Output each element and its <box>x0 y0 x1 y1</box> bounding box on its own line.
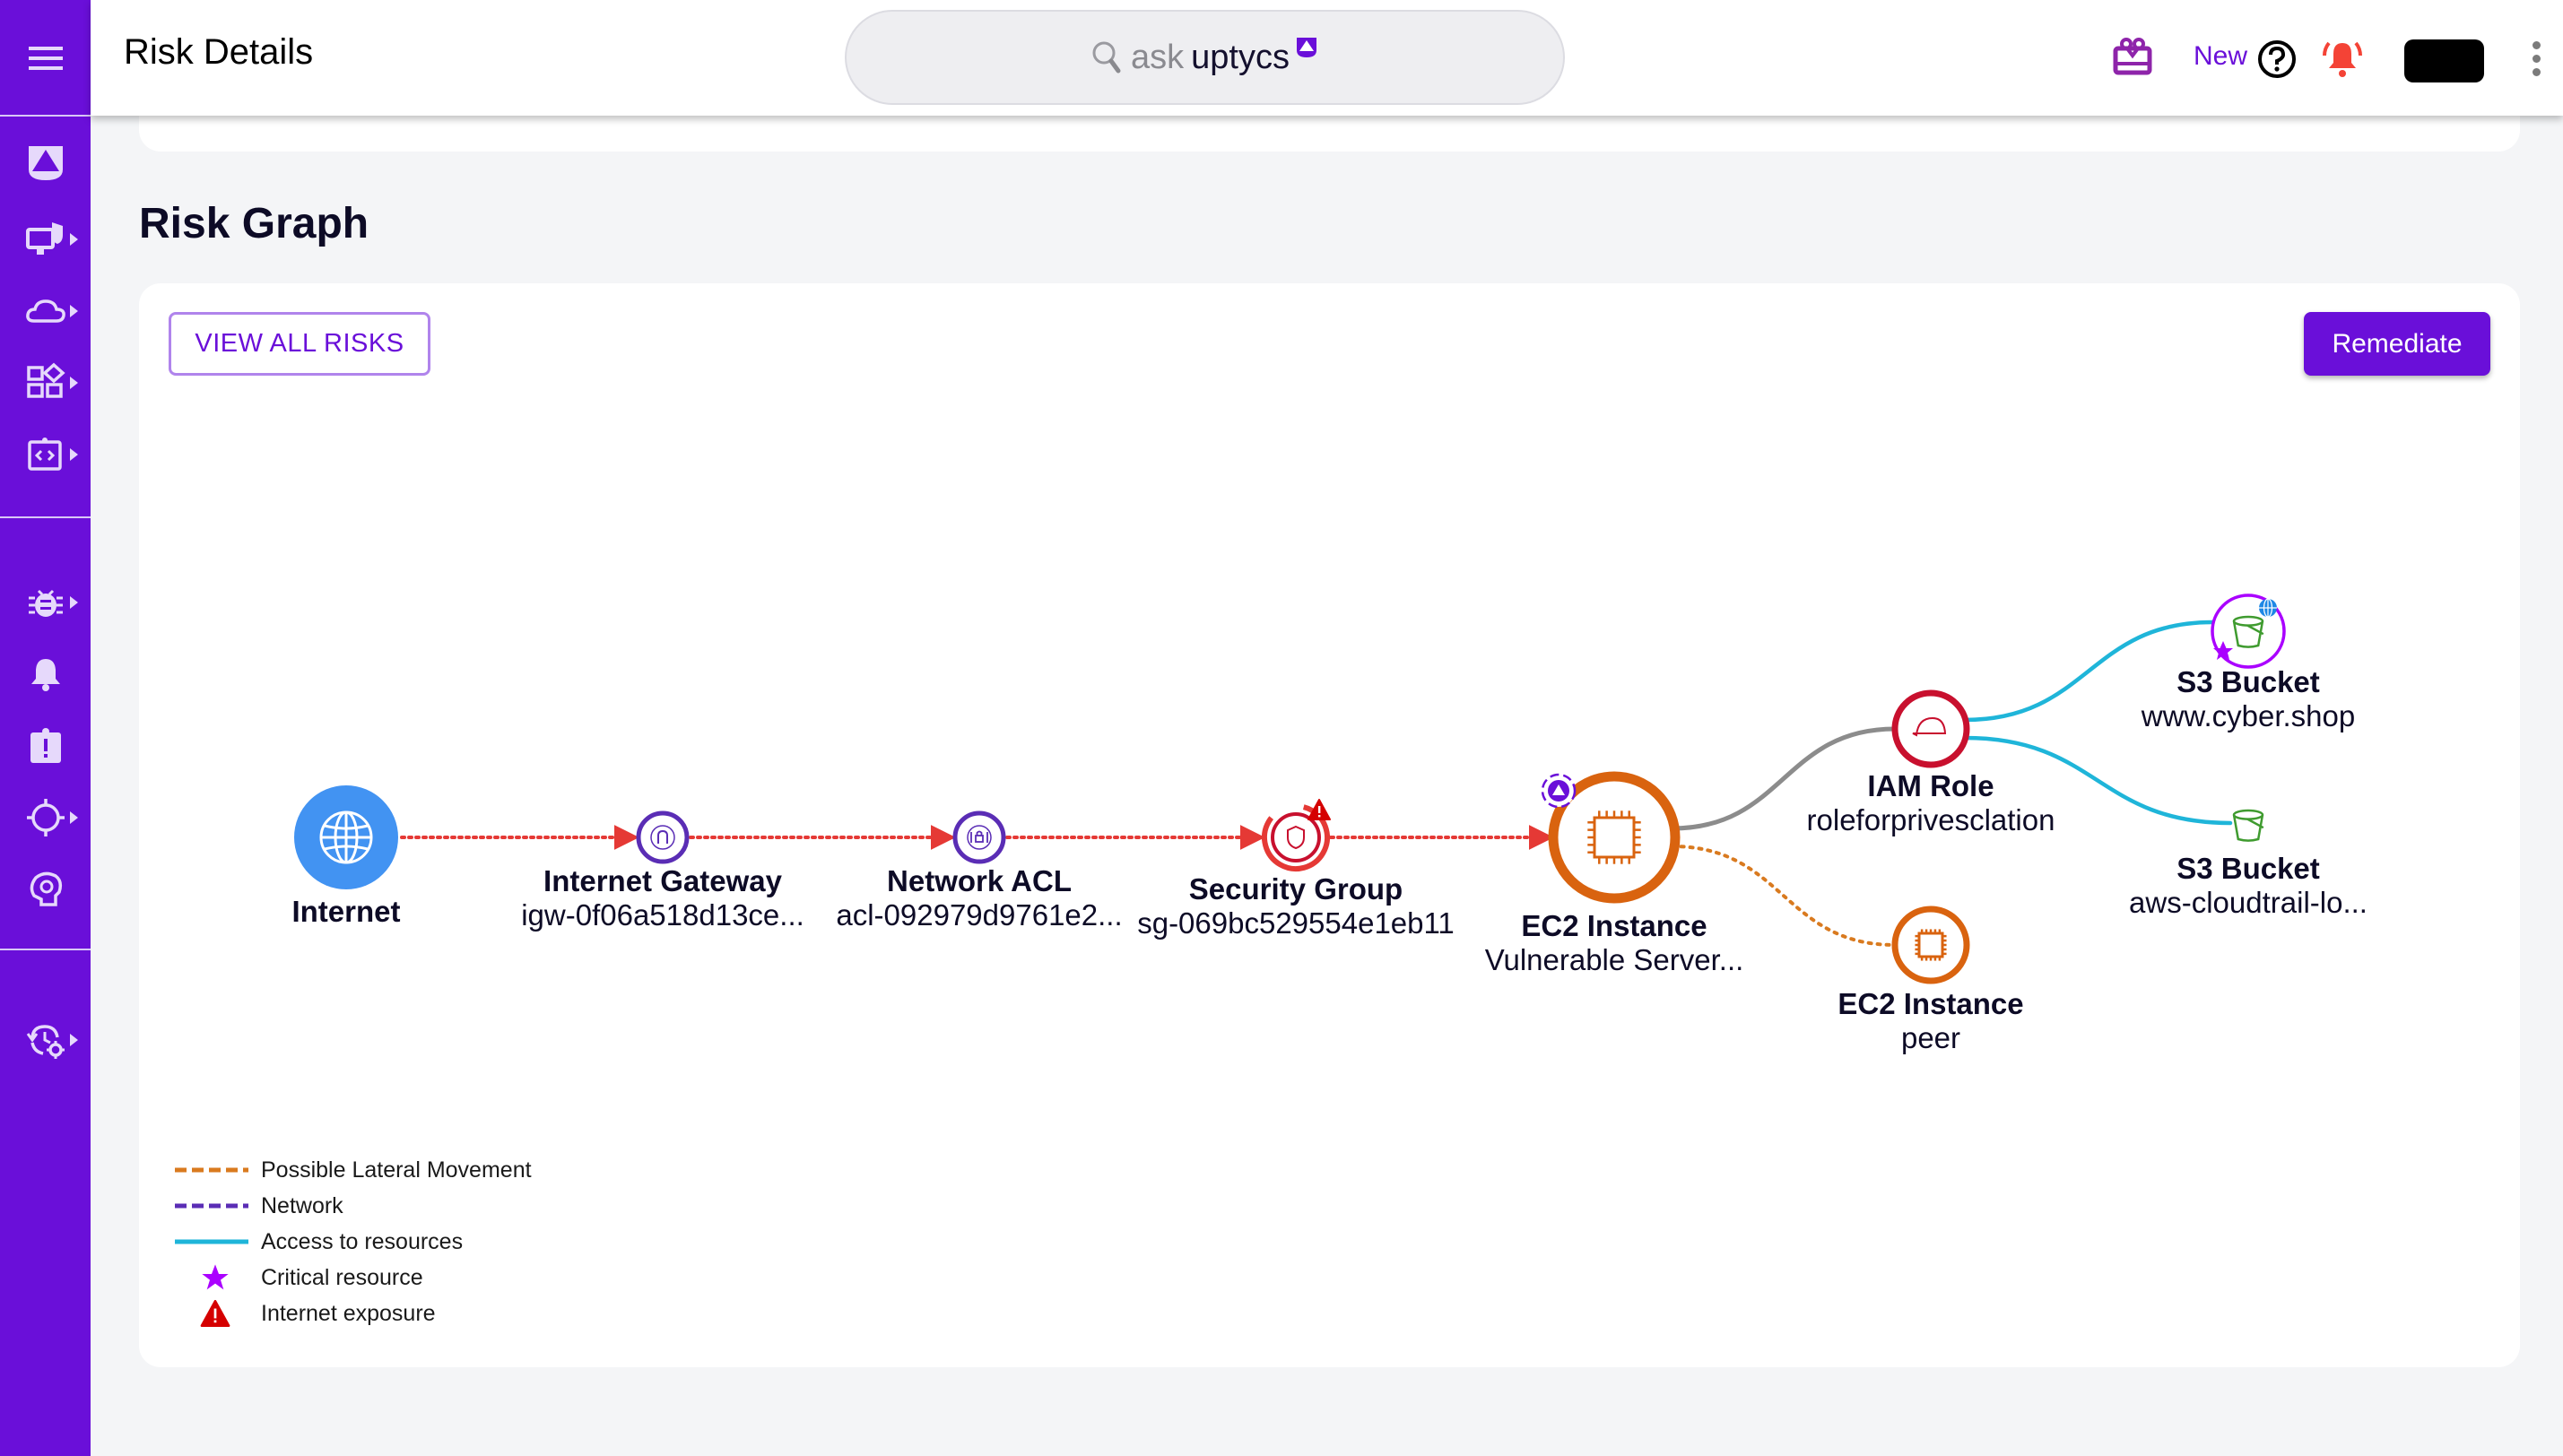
dashed-purple-line-icon <box>175 1203 248 1209</box>
user-profile-button[interactable] <box>2404 39 2484 82</box>
chevron-right-icon <box>70 377 78 389</box>
node-subtitle: www.cyber.shop <box>2141 699 2355 732</box>
sidebar-item-alerts[interactable] <box>0 643 91 706</box>
star-icon <box>202 1264 229 1290</box>
legend-item-lateral: Possible Lateral Movement <box>175 1152 532 1188</box>
gift-icon <box>2113 38 2152 75</box>
node-title: Security Group <box>1189 872 1403 906</box>
cloud-icon <box>25 299 65 323</box>
legend-item-critical: Critical resource <box>175 1260 532 1296</box>
history-gear-icon <box>26 1025 65 1059</box>
node-subtitle: peer <box>1901 1021 1960 1054</box>
sidebar-divider <box>0 516 91 518</box>
sidebar <box>0 0 91 1456</box>
chevron-right-icon <box>70 811 78 824</box>
section-title: Risk Graph <box>139 200 369 247</box>
node-title: Internet Gateway <box>543 864 783 897</box>
help-icon <box>2258 40 2296 78</box>
sidebar-divider <box>0 115 91 117</box>
kebab-dot-icon <box>2532 41 2541 49</box>
top-header: Risk Details ask uptycs New <box>91 0 2563 116</box>
more-options-button[interactable] <box>2530 41 2542 81</box>
monitor-shield-icon <box>25 222 63 255</box>
node-subtitle: aws-cloudtrail-lo... <box>2129 886 2368 919</box>
search-prefix: ask <box>1131 38 1185 76</box>
node-subtitle: acl-092979d9761e2... <box>836 898 1122 932</box>
remediate-button[interactable]: Remediate <box>2304 312 2490 376</box>
kebab-dot-icon <box>2532 55 2541 63</box>
whats-new-button[interactable] <box>2113 38 2152 80</box>
alert-clipboard-icon <box>30 728 61 763</box>
sidebar-item-ai-insights[interactable] <box>0 858 91 921</box>
uptycs-badge-icon <box>1541 773 1577 809</box>
sidebar-item-home[interactable] <box>0 132 91 195</box>
search-icon <box>1092 41 1121 74</box>
chevron-right-icon <box>70 305 78 317</box>
kebab-dot-icon <box>2532 68 2541 76</box>
legend-item-network: Network <box>175 1188 532 1224</box>
node-title: Internet <box>291 895 400 928</box>
chevron-right-icon <box>70 233 78 246</box>
sidebar-item-incidents[interactable] <box>0 715 91 777</box>
ask-uptycs-search[interactable]: ask uptycs <box>845 10 1565 105</box>
node-subtitle: sg-069bc529554e1eb11 <box>1137 906 1455 940</box>
globe-icon <box>319 810 373 864</box>
dashed-orange-line-icon <box>175 1167 248 1173</box>
warning-triangle-icon <box>200 1300 230 1327</box>
target-icon <box>26 799 65 836</box>
bell-icon <box>30 659 60 691</box>
sidebar-item-vulnerabilities[interactable] <box>0 571 91 634</box>
graph-node-internet[interactable]: Internet <box>291 785 401 928</box>
sidebar-item-detections[interactable] <box>0 786 91 849</box>
node-subtitle: Vulnerable Server... <box>1485 943 1744 976</box>
node-title: Network ACL <box>887 864 1072 897</box>
chevron-right-icon <box>70 596 78 609</box>
node-title: S3 Bucket <box>2176 665 2320 698</box>
sidebar-item-settings-history[interactable] <box>0 1009 91 1071</box>
bell-ringing-icon <box>2323 41 2362 77</box>
sidebar-item-cloud[interactable] <box>0 280 91 342</box>
chevron-right-icon <box>70 1034 78 1046</box>
graph-legend: Possible Lateral Movement Network Access… <box>175 1152 532 1331</box>
node-subtitle: igw-0f06a518d13ce... <box>521 898 804 932</box>
hamburger-icon <box>28 47 63 70</box>
node-title: EC2 Instance <box>1521 909 1707 942</box>
code-tablet-icon <box>27 438 62 471</box>
uptycs-logo-icon <box>28 146 63 180</box>
search-brand: uptycs <box>1191 38 1290 76</box>
sidebar-divider <box>0 949 91 950</box>
sidebar-item-applications[interactable] <box>0 351 91 414</box>
menu-toggle-button[interactable] <box>0 27 91 90</box>
sidebar-item-endpoint-security[interactable] <box>0 208 91 271</box>
uptycs-logo-icon <box>1296 38 1316 57</box>
sidebar-item-code-security[interactable] <box>0 423 91 486</box>
brain-gear-icon <box>30 871 62 906</box>
view-all-risks-button[interactable]: VIEW ALL RISKS <box>169 312 430 376</box>
help-button[interactable] <box>2257 39 2297 83</box>
whats-new-label[interactable]: New <box>2194 41 2247 72</box>
legend-item-exposure: Internet exposure <box>175 1296 532 1331</box>
node-title: S3 Bucket <box>2176 852 2320 885</box>
bug-icon <box>28 589 63 617</box>
chevron-right-icon <box>70 448 78 461</box>
node-title: EC2 Instance <box>1838 987 2023 1020</box>
node-title: IAM Role <box>1867 769 1994 802</box>
legend-item-access: Access to resources <box>175 1224 532 1260</box>
notifications-button[interactable] <box>2322 38 2363 83</box>
solid-cyan-line-icon <box>175 1239 248 1244</box>
node-subtitle: roleforprivesclation <box>1807 803 2055 836</box>
page-title: Risk Details <box>124 32 314 72</box>
widgets-icon <box>26 362 65 398</box>
public-globe-icon <box>2259 598 2277 618</box>
